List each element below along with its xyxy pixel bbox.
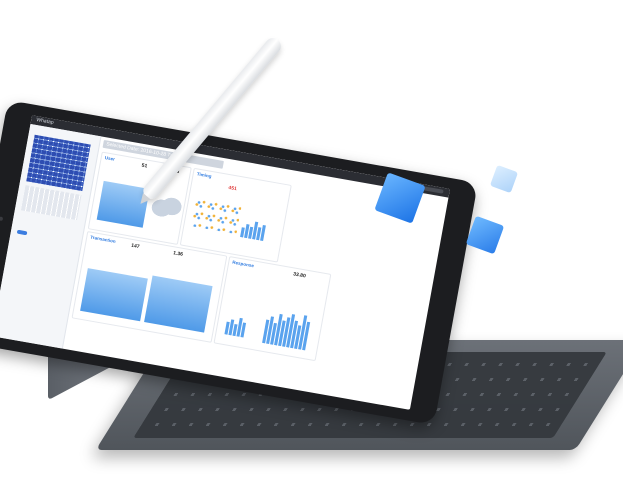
timing-scatter-chart xyxy=(190,197,242,235)
cube-icon xyxy=(489,164,519,194)
user-card-header: User xyxy=(104,155,116,162)
timing-value: 451 xyxy=(227,184,238,193)
transaction-card-header: Transaction xyxy=(89,234,117,244)
cube-icon xyxy=(465,215,505,255)
response-bar-chart xyxy=(262,304,312,351)
timing-card: Timing 451 xyxy=(179,167,292,263)
grid-chart xyxy=(20,185,82,221)
toggle-pill[interactable] xyxy=(16,229,28,236)
camera-icon xyxy=(0,216,4,222)
response-small-bar-chart xyxy=(224,313,247,338)
user-value-1: 51 xyxy=(141,162,148,170)
scene: Whatap Selected Date: 2016-10-28 Trade U… xyxy=(0,0,623,478)
response-card-header: Response xyxy=(231,259,255,269)
transaction-value: 147 xyxy=(130,242,141,251)
heatmap-chart xyxy=(26,134,91,192)
transaction-area-chart-2 xyxy=(144,275,213,333)
transaction-area-chart-1 xyxy=(80,268,148,322)
timing-card-header: Timing xyxy=(196,171,212,179)
timing-bar-chart xyxy=(240,214,267,241)
response-time-value: 1.36 xyxy=(172,250,184,258)
response-card: Response 33.80 xyxy=(213,256,332,362)
response-value-2: 33.80 xyxy=(292,271,307,280)
